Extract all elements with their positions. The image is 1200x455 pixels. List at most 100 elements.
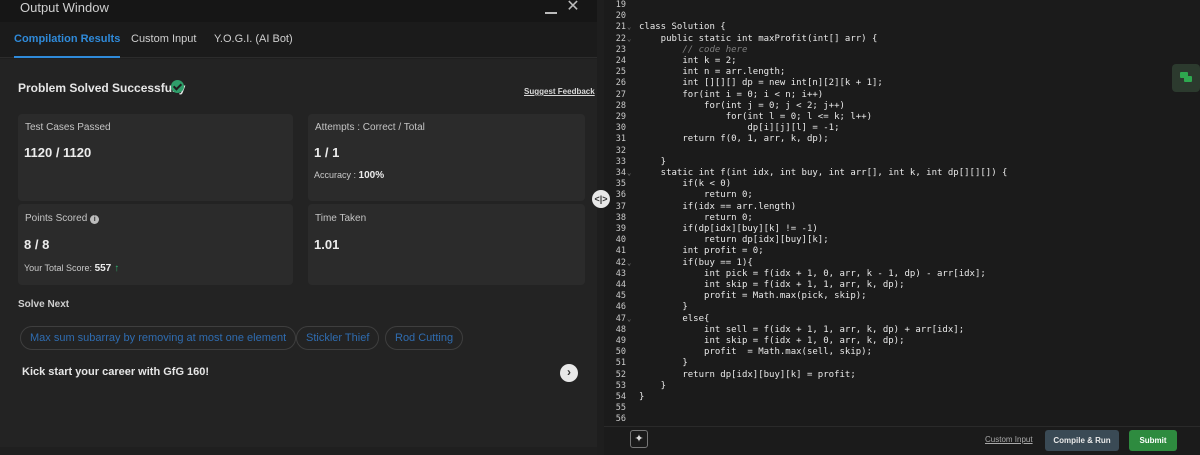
code-line[interactable]: if(k < 0) xyxy=(639,179,731,189)
line-number: 26 xyxy=(615,78,626,89)
line-number: 52 xyxy=(615,369,626,380)
line-number: 23 xyxy=(615,44,626,55)
line-number: 20 xyxy=(615,11,626,22)
custom-input-link[interactable]: Custom Input xyxy=(985,435,1033,444)
fold-chevron-icon[interactable]: ⌄ xyxy=(627,35,631,43)
line-number: 34 xyxy=(615,168,626,178)
code-line[interactable]: } xyxy=(639,392,644,402)
code-line[interactable]: profit = Math.max(pick, skip); xyxy=(639,291,867,301)
line-number: 33 xyxy=(615,156,626,167)
submit-button[interactable]: Submit xyxy=(1129,430,1177,451)
chat-icon[interactable] xyxy=(1172,64,1200,92)
suggest-feedback-link[interactable]: Suggest Feedback xyxy=(524,87,595,96)
points-card: Points Scored i 8 / 8 Your Total Score: 5… xyxy=(18,204,293,285)
output-tabs: Compilation Results Custom Input Y.O.G.I… xyxy=(0,22,597,58)
line-number: 54 xyxy=(615,392,626,402)
code-line[interactable]: return 0; xyxy=(639,213,753,223)
time-card: Time Taken 1.01 xyxy=(308,204,585,285)
code-editor[interactable]: 19 20 21 ⌄ 22 ⌄ 23 24 25 26 27 28 29 30 31 32 33 34 ⌄ 35 36 3… xyxy=(604,0,1200,455)
points-label: Points Scored xyxy=(25,213,88,224)
fold-chevron-icon[interactable]: ⌄ xyxy=(627,315,631,323)
code-line[interactable]: for(int l = 0; l <= k; l++) xyxy=(639,112,872,122)
solve-next-chip[interactable]: Rod Cutting xyxy=(385,326,464,350)
code-line[interactable]: int k = 2; xyxy=(639,56,736,66)
code-line[interactable]: class Solution { xyxy=(639,22,726,32)
line-number: 21 xyxy=(615,22,626,33)
line-number: 25 xyxy=(615,67,626,78)
line-number: 56 xyxy=(615,414,626,425)
code-line[interactable]: } xyxy=(639,157,666,167)
code-line[interactable]: int [][][] dp = new int[n][2][k + 1]; xyxy=(639,78,883,88)
accuracy-label: Accuracy : xyxy=(314,170,357,180)
code-line[interactable]: return dp[idx][buy][k]; xyxy=(639,235,829,245)
code-line[interactable]: else{ xyxy=(639,314,709,324)
solve-next-chip[interactable]: Stickler Thief xyxy=(296,326,380,350)
app-root: Output Window ✕ Compilation Results Cust… xyxy=(0,0,1200,455)
code-line[interactable]: if(idx == arr.length) xyxy=(639,202,796,212)
check-circle-icon xyxy=(171,80,184,93)
code-line[interactable]: profit = Math.max(sell, skip); xyxy=(639,347,872,357)
code-line[interactable]: int pick = f(idx + 1, 0, arr, k - 1, dp)… xyxy=(639,269,986,279)
fold-chevron-icon[interactable]: ⌄ xyxy=(627,169,631,177)
resize-handle-icon[interactable]: <|> xyxy=(592,190,610,208)
info-icon[interactable]: i xyxy=(90,215,100,224)
points-label-row: Points Scored i xyxy=(25,213,100,224)
code-line[interactable]: if(buy == 1){ xyxy=(639,258,752,268)
code-line[interactable]: return f(0, 1, arr, k, dp); xyxy=(639,134,828,144)
line-number: 24 xyxy=(615,56,626,66)
code-line[interactable]: for(int j = 0; j < 2; j++) xyxy=(639,101,845,111)
close-icon[interactable]: ✕ xyxy=(566,0,580,15)
solve-next-chip[interactable]: Max sum subarray by removing at most one… xyxy=(20,326,297,350)
code-line[interactable]: } xyxy=(639,358,687,368)
line-number: 39 xyxy=(615,224,626,234)
code-line[interactable]: for(int i = 0; i < n; i++) xyxy=(639,90,823,100)
points-value: 8 / 8 xyxy=(24,237,50,252)
line-number: 46 xyxy=(615,302,626,313)
code-line[interactable]: dp[i][j][l] = -1; xyxy=(639,123,839,133)
line-number: 30 xyxy=(615,123,626,134)
code-line[interactable]: int profit = 0; xyxy=(639,246,763,256)
line-number: 48 xyxy=(615,324,626,335)
line-number: 50 xyxy=(615,347,626,358)
attempts-value: 1 / 1 xyxy=(314,145,340,160)
compile-run-button[interactable]: Compile & Run xyxy=(1045,430,1119,451)
line-number: 51 xyxy=(615,358,626,369)
code-line[interactable]: int n = arr.length; xyxy=(639,67,785,77)
code-line[interactable]: int sell = f(idx + 1, 1, arr, k, dp) + a… xyxy=(639,325,964,335)
chevron-right-icon[interactable]: › xyxy=(560,364,578,382)
fold-chevron-icon[interactable]: ⌄ xyxy=(627,259,631,267)
promo-text: Kick start your career with GfG 160! xyxy=(22,366,210,378)
accuracy-row: Accuracy : 100% xyxy=(314,170,384,181)
line-number: 41 xyxy=(615,246,626,257)
tab-yogi-ai-bot[interactable]: Y.O.G.I. (AI Bot) xyxy=(214,22,293,58)
fold-chevron-icon[interactable]: ⌄ xyxy=(627,23,631,31)
total-score-label: Your Total Score: xyxy=(24,263,93,273)
code-line[interactable]: return dp[idx][buy][k] = profit; xyxy=(639,370,855,380)
code-line[interactable]: } xyxy=(639,381,666,391)
code-line[interactable]: // code here xyxy=(639,45,747,55)
arrow-up-icon: ↑ xyxy=(114,263,120,274)
test-cases-label: Test Cases Passed xyxy=(25,122,111,133)
code-line[interactable]: int skip = f(idx + 1, 1, arr, k, dp); xyxy=(639,280,905,290)
time-value: 1.01 xyxy=(314,237,340,252)
code-line[interactable]: static int f(int idx, int buy, int arr[]… xyxy=(639,168,1008,178)
minimize-icon[interactable] xyxy=(544,0,558,16)
output-window: Output Window ✕ Compilation Results Cust… xyxy=(0,0,597,455)
code-line[interactable]: } xyxy=(639,302,687,312)
solve-next-heading: Solve Next xyxy=(18,299,70,310)
tab-custom-input[interactable]: Custom Input xyxy=(131,22,196,58)
code-line[interactable]: public static int maxProfit(int[] arr) { xyxy=(639,34,878,44)
line-number: 44 xyxy=(615,280,626,290)
status-title: Problem Solved Successfully xyxy=(18,81,186,95)
line-number: 55 xyxy=(615,403,626,414)
line-number: 47 xyxy=(615,313,626,324)
code-line[interactable]: int skip = f(idx + 1, 0, arr, k, dp); xyxy=(639,336,905,346)
lightbulb-icon[interactable]: ✦ xyxy=(630,430,648,448)
code-line[interactable]: return 0; xyxy=(639,190,753,200)
line-number: 43 xyxy=(615,268,626,279)
attempts-card: Attempts : Correct / Total 1 / 1 Accurac… xyxy=(308,114,585,201)
line-number: 31 xyxy=(615,134,626,145)
tab-compilation-results[interactable]: Compilation Results xyxy=(14,22,121,58)
code-line[interactable]: if(dp[idx][buy][k] != -1) xyxy=(639,224,817,234)
line-number: 35 xyxy=(615,179,626,190)
